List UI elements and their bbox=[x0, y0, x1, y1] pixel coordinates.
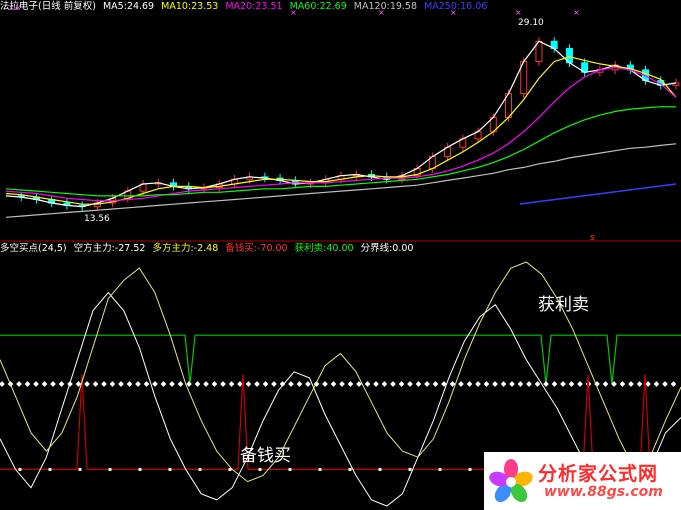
boundary-dot bbox=[16, 381, 22, 387]
boundary-dot bbox=[50, 381, 56, 387]
boundary-dot bbox=[551, 381, 558, 387]
boundary-dot bbox=[330, 381, 337, 387]
boundary-dot bbox=[203, 381, 209, 387]
boundary-dot bbox=[262, 381, 269, 387]
boundary-dot bbox=[424, 381, 430, 387]
boundary-dot bbox=[381, 381, 388, 387]
ma250-line bbox=[519, 183, 677, 205]
boundary-dot bbox=[211, 381, 218, 387]
boundary-dot bbox=[432, 381, 439, 387]
boundary-dot bbox=[628, 381, 634, 387]
boundary-dot bbox=[534, 381, 541, 387]
boundary-dot bbox=[339, 381, 345, 387]
buy-ready-dot bbox=[198, 467, 202, 471]
boundary-dot bbox=[322, 381, 328, 387]
boundary-dot bbox=[619, 381, 626, 387]
buy-ready-dot bbox=[48, 467, 52, 471]
boundary-dot bbox=[143, 381, 150, 387]
boundary-dot bbox=[568, 381, 575, 387]
buy-ready-annotation: 备钱买 bbox=[240, 446, 291, 466]
boundary-dot bbox=[24, 381, 31, 387]
boundary-dot bbox=[398, 381, 405, 387]
boundary-dot bbox=[177, 381, 184, 387]
boundary-dot bbox=[254, 381, 260, 387]
buy-ready-dot bbox=[288, 467, 292, 471]
buy-ready-dot bbox=[18, 467, 22, 471]
boundary-dot bbox=[500, 381, 507, 387]
boundary-dot bbox=[543, 381, 549, 387]
boundary-dot bbox=[390, 381, 396, 387]
boundary-dot bbox=[152, 381, 158, 387]
boundary-dot bbox=[126, 381, 133, 387]
buy-ready-dot bbox=[318, 467, 322, 471]
watermark-name: 分析家公式网 bbox=[538, 463, 659, 485]
boundary-dot bbox=[670, 381, 677, 387]
buy-ready-dot bbox=[138, 467, 142, 471]
watermark-url: www.88gs.com bbox=[544, 484, 663, 500]
boundary-dot bbox=[0, 381, 5, 387]
boundary-dot bbox=[245, 381, 252, 387]
buy-ready-dot bbox=[108, 467, 112, 471]
boundary-dot bbox=[466, 381, 473, 387]
boundary-dot bbox=[101, 381, 107, 387]
boundary-dot bbox=[58, 381, 65, 387]
signal-mark: × bbox=[378, 8, 385, 17]
boundary-dot bbox=[347, 381, 354, 387]
top-left-mark: ×× bbox=[8, 3, 21, 12]
boundary-dot bbox=[84, 381, 90, 387]
boundary-dot bbox=[220, 381, 226, 387]
signal-mark: × bbox=[515, 8, 522, 17]
boundary-dot bbox=[602, 381, 609, 387]
boundary-dot bbox=[458, 381, 464, 387]
boundary-dot bbox=[109, 381, 116, 387]
signal-mark: × bbox=[290, 8, 297, 17]
boundary-dot bbox=[194, 381, 201, 387]
low-price-label: 13.56 bbox=[84, 214, 110, 224]
boundary-dot bbox=[288, 381, 294, 387]
boundary-dot bbox=[373, 381, 379, 387]
boundary-dot bbox=[517, 381, 524, 387]
boundary-dot bbox=[41, 381, 48, 387]
stock-chart[interactable]: × × × × × ×× 29.10 13.56 s bbox=[0, 0, 681, 510]
buy-ready-dot bbox=[438, 467, 442, 471]
boundary-dot bbox=[636, 381, 643, 387]
boundary-dot bbox=[560, 381, 566, 387]
buy-ready-dot bbox=[78, 467, 82, 471]
boundary-dot bbox=[92, 381, 99, 387]
price-panel: × × × × × bbox=[5, 8, 680, 218]
boundary-dot bbox=[160, 381, 167, 387]
boundary-dot bbox=[415, 381, 422, 387]
boundary-dot bbox=[135, 381, 141, 387]
buy-ready-dot bbox=[258, 467, 262, 471]
boundary-dot bbox=[509, 381, 515, 387]
buy-ready-dot bbox=[408, 467, 412, 471]
boundary-dot bbox=[305, 381, 311, 387]
boundary-dot bbox=[483, 381, 490, 387]
sell-signal-mark: s bbox=[590, 233, 595, 243]
boundary-dot bbox=[407, 381, 413, 387]
boundary-dot bbox=[228, 381, 235, 387]
boundary-dot bbox=[577, 381, 583, 387]
boundary-dot bbox=[653, 381, 660, 387]
buy-ready-dot bbox=[468, 467, 472, 471]
boundary-dot bbox=[475, 381, 481, 387]
high-price-label: 29.10 bbox=[518, 18, 544, 28]
boundary-dot bbox=[33, 381, 39, 387]
boundary-dot bbox=[364, 381, 371, 387]
take-profit-annotation: 获利卖 bbox=[538, 295, 589, 315]
boundary-dot bbox=[526, 381, 532, 387]
buy-ready-dot bbox=[168, 467, 172, 471]
buy-ready-dot bbox=[378, 467, 382, 471]
boundary-dot bbox=[169, 381, 175, 387]
boundary-dot bbox=[118, 381, 124, 387]
signal-mark: × bbox=[450, 8, 457, 17]
boundary-dot bbox=[492, 381, 498, 387]
boundary-dot bbox=[271, 381, 277, 387]
boundary-dot bbox=[296, 381, 303, 387]
boundary-dot bbox=[662, 381, 668, 387]
buy-ready-dot bbox=[348, 467, 352, 471]
signal-mark: × bbox=[573, 8, 580, 17]
